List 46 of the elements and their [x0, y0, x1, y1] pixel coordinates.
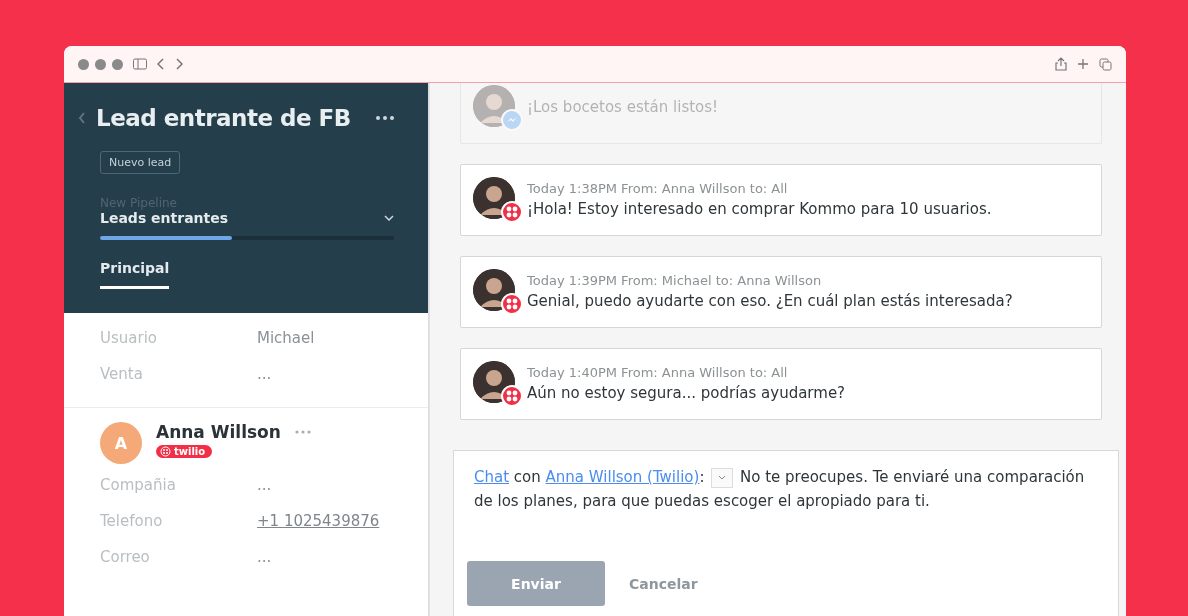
pipeline-stage[interactable]: Leads entrantes [100, 210, 229, 226]
message-text: ¡Los bocetos están listos! [527, 98, 719, 116]
reply-text[interactable]: Chat con Anna Willson (Twilio): No te preocupes. Te enviaré una comparación de los planes, para que puedas escoger el apropiado para ti. [474, 465, 1098, 513]
avatar-icon [473, 85, 515, 127]
message-meta: Today 1:38PM From: Anna Willson to: All [527, 180, 789, 196]
reply-box[interactable]: Chat con Anna Willson (Twilio): No te preocupes. Te enviaré una comparación de los planes, para que puedas escoger el apropiado para ti. Enviar Cancelar [453, 450, 1119, 616]
phone-link[interactable]: +1 1025439876 [257, 512, 428, 530]
new-tab-icon[interactable] [1077, 58, 1089, 70]
status-tag: Nuevo lead [100, 151, 181, 174]
field-value: ... [257, 476, 273, 494]
forward-icon[interactable] [175, 58, 183, 70]
contact-name: Anna Willson [156, 422, 281, 442]
field-value: ... [257, 365, 273, 383]
twilio-icon [501, 385, 523, 407]
back-icon[interactable] [78, 111, 86, 125]
field-value: ... [257, 548, 273, 566]
field-value: Michael [257, 329, 316, 347]
messenger-icon [501, 109, 523, 131]
field-label: Venta [100, 365, 144, 383]
field-label: Compañia [100, 476, 177, 494]
cancel-button[interactable]: Cancelar [623, 574, 704, 593]
contact-avatar: A [100, 422, 142, 464]
message-meta: Today 1:39PM From: Michael to: Anna Willson [527, 272, 823, 288]
channel-badge: twilio [156, 445, 213, 458]
chevron-down-icon [718, 475, 727, 480]
window-controls-icon[interactable] [78, 58, 123, 70]
message-meta: Today 1:40PM From: Anna Willson to: All [527, 364, 789, 380]
more-icon[interactable] [376, 116, 394, 120]
field-label: Usuario [100, 329, 158, 347]
sidebar-icon[interactable] [133, 58, 147, 70]
share-icon[interactable] [1055, 57, 1067, 71]
chevron-down-icon[interactable] [384, 215, 394, 221]
twilio-icon [501, 201, 523, 223]
contact-link[interactable]: Anna Willson (Twilio) [545, 468, 700, 486]
send-button[interactable]: Enviar [467, 561, 605, 606]
chat-link[interactable]: Chat [474, 468, 510, 486]
message-text: Aún no estoy segura... podrías ayudarme? [527, 383, 846, 402]
tabs-icon[interactable] [1099, 57, 1112, 71]
tab[interactable]: Principal [100, 260, 170, 289]
message-text: ¡Hola! Estoy interesado en comprar Kommo para 10 usuarios. [527, 199, 992, 218]
field-label: Telefono [100, 512, 164, 530]
message-text: Genial, puedo ayudarte con eso. ¿En cuál plan estás interesada? [527, 291, 1013, 310]
lead-title: Lead entrante de FB [96, 105, 351, 131]
field-label: Correo [100, 548, 151, 566]
back-icon[interactable] [157, 58, 165, 70]
twilio-icon [501, 293, 523, 315]
